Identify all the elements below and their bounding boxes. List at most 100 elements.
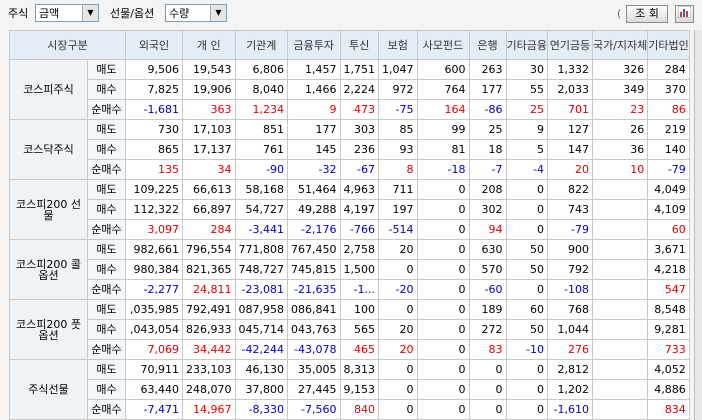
- value-cell: 0: [378, 259, 418, 280]
- value-cell: 570: [468, 259, 507, 280]
- table-row[interactable]: 매수 ,043,054 826,933 045,714 043,763 565 20 0 272…: [10, 319, 690, 340]
- value-cell: 3,097: [125, 219, 183, 240]
- value-cell: 272: [468, 319, 507, 340]
- value-cell: 743: [546, 199, 593, 220]
- table-row[interactable]: 매수 63,440 248,070 37,800 27,445 9,153 0 0 0 0 1,20…: [10, 379, 690, 400]
- value-cell: 35,005: [287, 359, 341, 380]
- value-cell: 177: [287, 119, 341, 140]
- value-cell: [591, 199, 649, 220]
- table-row[interactable]: 코스닥주식 매도 730 17,103 851 177 303 85 99 25 9 127 26 219: [9, 119, 690, 180]
- value-cell: 34: [182, 159, 236, 180]
- trade-type-label: 매수: [87, 379, 126, 400]
- value-cell: 177: [468, 79, 507, 100]
- table-row[interactable]: 매수 980,384 821,365 748,727 745,815 1,500 0 0 570…: [10, 259, 690, 280]
- value-cell: 0: [468, 359, 507, 380]
- value-cell: 796,554: [182, 239, 236, 260]
- table-row[interactable]: 코스피200 콜옵션 매도 982,661 796,554 771,808 767,450…: [9, 239, 690, 300]
- table-row[interactable]: 순매수 -1,681 363 1,234 9 473 -75 164 -86 25 701 23 86: [10, 99, 690, 120]
- futopt-unit-select[interactable]: 수량 ▼: [165, 4, 227, 22]
- value-cell: 768: [546, 299, 593, 320]
- stock-unit-select[interactable]: 금액 ▼: [35, 4, 99, 22]
- header-other-finance: 기타금융: [505, 30, 548, 60]
- value-cell: 733: [647, 339, 690, 360]
- value-cell: 0: [416, 359, 470, 380]
- value-cell: -20: [378, 279, 418, 300]
- value-cell: -79: [647, 159, 690, 180]
- value-cell: 326: [591, 59, 649, 80]
- table-row[interactable]: 매수 7,825 19,906 8,040 1,466 2,224 972 764 177 55 2…: [10, 79, 690, 100]
- value-cell: 9: [287, 99, 341, 120]
- table-row[interactable]: 주식선물 매도 70,911 233,103 46,130 35,005 8,313 0 0 0 0…: [9, 359, 690, 420]
- value-cell: -75: [378, 99, 418, 120]
- table-row[interactable]: 매수 865 17,137 761 145 236 93 81 18 5 147 36 140: [10, 139, 690, 160]
- value-cell: 99: [416, 119, 470, 140]
- chevron-down-icon[interactable]: ▼: [210, 5, 226, 21]
- value-cell: 840: [339, 399, 379, 420]
- header-foreign: 외국인: [125, 30, 183, 60]
- value-cell: ,043,054: [125, 319, 183, 340]
- value-cell: 10: [591, 159, 649, 180]
- value-cell: -1,610: [546, 399, 593, 420]
- value-cell: 0: [378, 359, 418, 380]
- value-cell: 2,033: [546, 79, 593, 100]
- table-row[interactable]: 순매수 7,069 34,442 -42,244 -43,078 465 20 0 83 -10 2…: [10, 339, 690, 360]
- table-row[interactable]: 순매수 -7,471 14,967 -8,330 -7,560 840 0 0 0 0 -1,610…: [10, 399, 690, 420]
- investor-trading-table: 시장구분 외국인 개 인 기관계 금융투자 투신 보험 사모펀드 은행 기타금융…: [9, 30, 690, 420]
- table-row[interactable]: 순매수 -2,277 24,811 -23,081 -21,635 -1... -20 0 -6…: [10, 279, 690, 300]
- value-cell: 0: [505, 219, 548, 240]
- value-cell: 85: [378, 119, 418, 140]
- value-cell: 112,322: [125, 199, 183, 220]
- value-cell: [591, 379, 649, 400]
- market-group-label: 코스피200 풋옵션: [9, 299, 88, 360]
- value-cell: 127: [546, 119, 593, 140]
- header-insurance: 보험: [378, 30, 418, 60]
- table-row[interactable]: 매수 112,322 66,897 54,727 49,288 4,197 197 0 302 0…: [10, 199, 690, 220]
- value-cell: -8,330: [234, 399, 288, 420]
- value-cell: 761: [234, 139, 288, 160]
- value-cell: 1,202: [546, 379, 593, 400]
- value-cell: 49,288: [287, 199, 341, 220]
- value-cell: 8,040: [234, 79, 288, 100]
- market-group-label: 주식선물: [9, 359, 88, 420]
- table-row[interactable]: 코스피200 풋옵션 매도 ,035,985 792,491 087,958 086,84…: [9, 299, 690, 360]
- value-cell: 565: [339, 319, 379, 340]
- table-row[interactable]: 코스피주식 매도 9,506 19,543 6,806 1,457 1,751 1,047 60…: [9, 59, 690, 120]
- value-cell: 54,727: [234, 199, 288, 220]
- value-cell: 25: [505, 99, 548, 120]
- trade-type-label: 순매수: [87, 339, 126, 360]
- header-bank: 은행: [468, 30, 507, 60]
- table-row[interactable]: 순매수 3,097 284 -3,441 -2,176 -766 -514 0 94 0 -79 60: [10, 219, 690, 240]
- trade-type-label: 순매수: [87, 279, 126, 300]
- chart-icon[interactable]: [675, 5, 694, 23]
- value-cell: 70,911: [125, 359, 183, 380]
- value-cell: 50: [505, 239, 548, 260]
- value-cell: 19,543: [182, 59, 236, 80]
- table-row[interactable]: 순매수 135 34 -90 -32 -67 8 -18 -7 -4 20 10 -79: [10, 159, 690, 180]
- value-cell: 63,440: [125, 379, 183, 400]
- value-cell: 730: [125, 119, 183, 140]
- value-cell: 93: [378, 139, 418, 160]
- market-group-label: 코스닥주식: [9, 119, 88, 180]
- value-cell: -1...: [339, 279, 379, 300]
- value-cell: 0: [505, 179, 548, 200]
- table-row[interactable]: 코스피200 선물 매도 109,225 66,613 58,168 51,464 4,96…: [9, 179, 690, 240]
- value-cell: 17,137: [182, 139, 236, 160]
- value-cell: 0: [505, 399, 548, 420]
- value-cell: 600: [416, 59, 470, 80]
- value-cell: -60: [468, 279, 507, 300]
- value-cell: 771,808: [234, 239, 288, 260]
- chevron-down-icon[interactable]: ▼: [82, 5, 98, 21]
- unit-prefix: (: [617, 7, 622, 20]
- value-cell: 145: [287, 139, 341, 160]
- trade-type-label: 순매수: [87, 99, 126, 120]
- vertical-scrollbar[interactable]: [694, 30, 702, 420]
- stock-unit-value: 금액: [39, 7, 60, 20]
- header-financial-invest: 금융투자: [287, 30, 341, 60]
- query-button[interactable]: 조 회: [626, 5, 668, 23]
- value-cell: 9,281: [647, 319, 690, 340]
- value-cell: 5: [505, 139, 548, 160]
- value-cell: 748,727: [234, 259, 288, 280]
- value-cell: [591, 179, 649, 200]
- market-group-label: 코스피200 선물: [9, 179, 88, 240]
- value-cell: 14,967: [182, 399, 236, 420]
